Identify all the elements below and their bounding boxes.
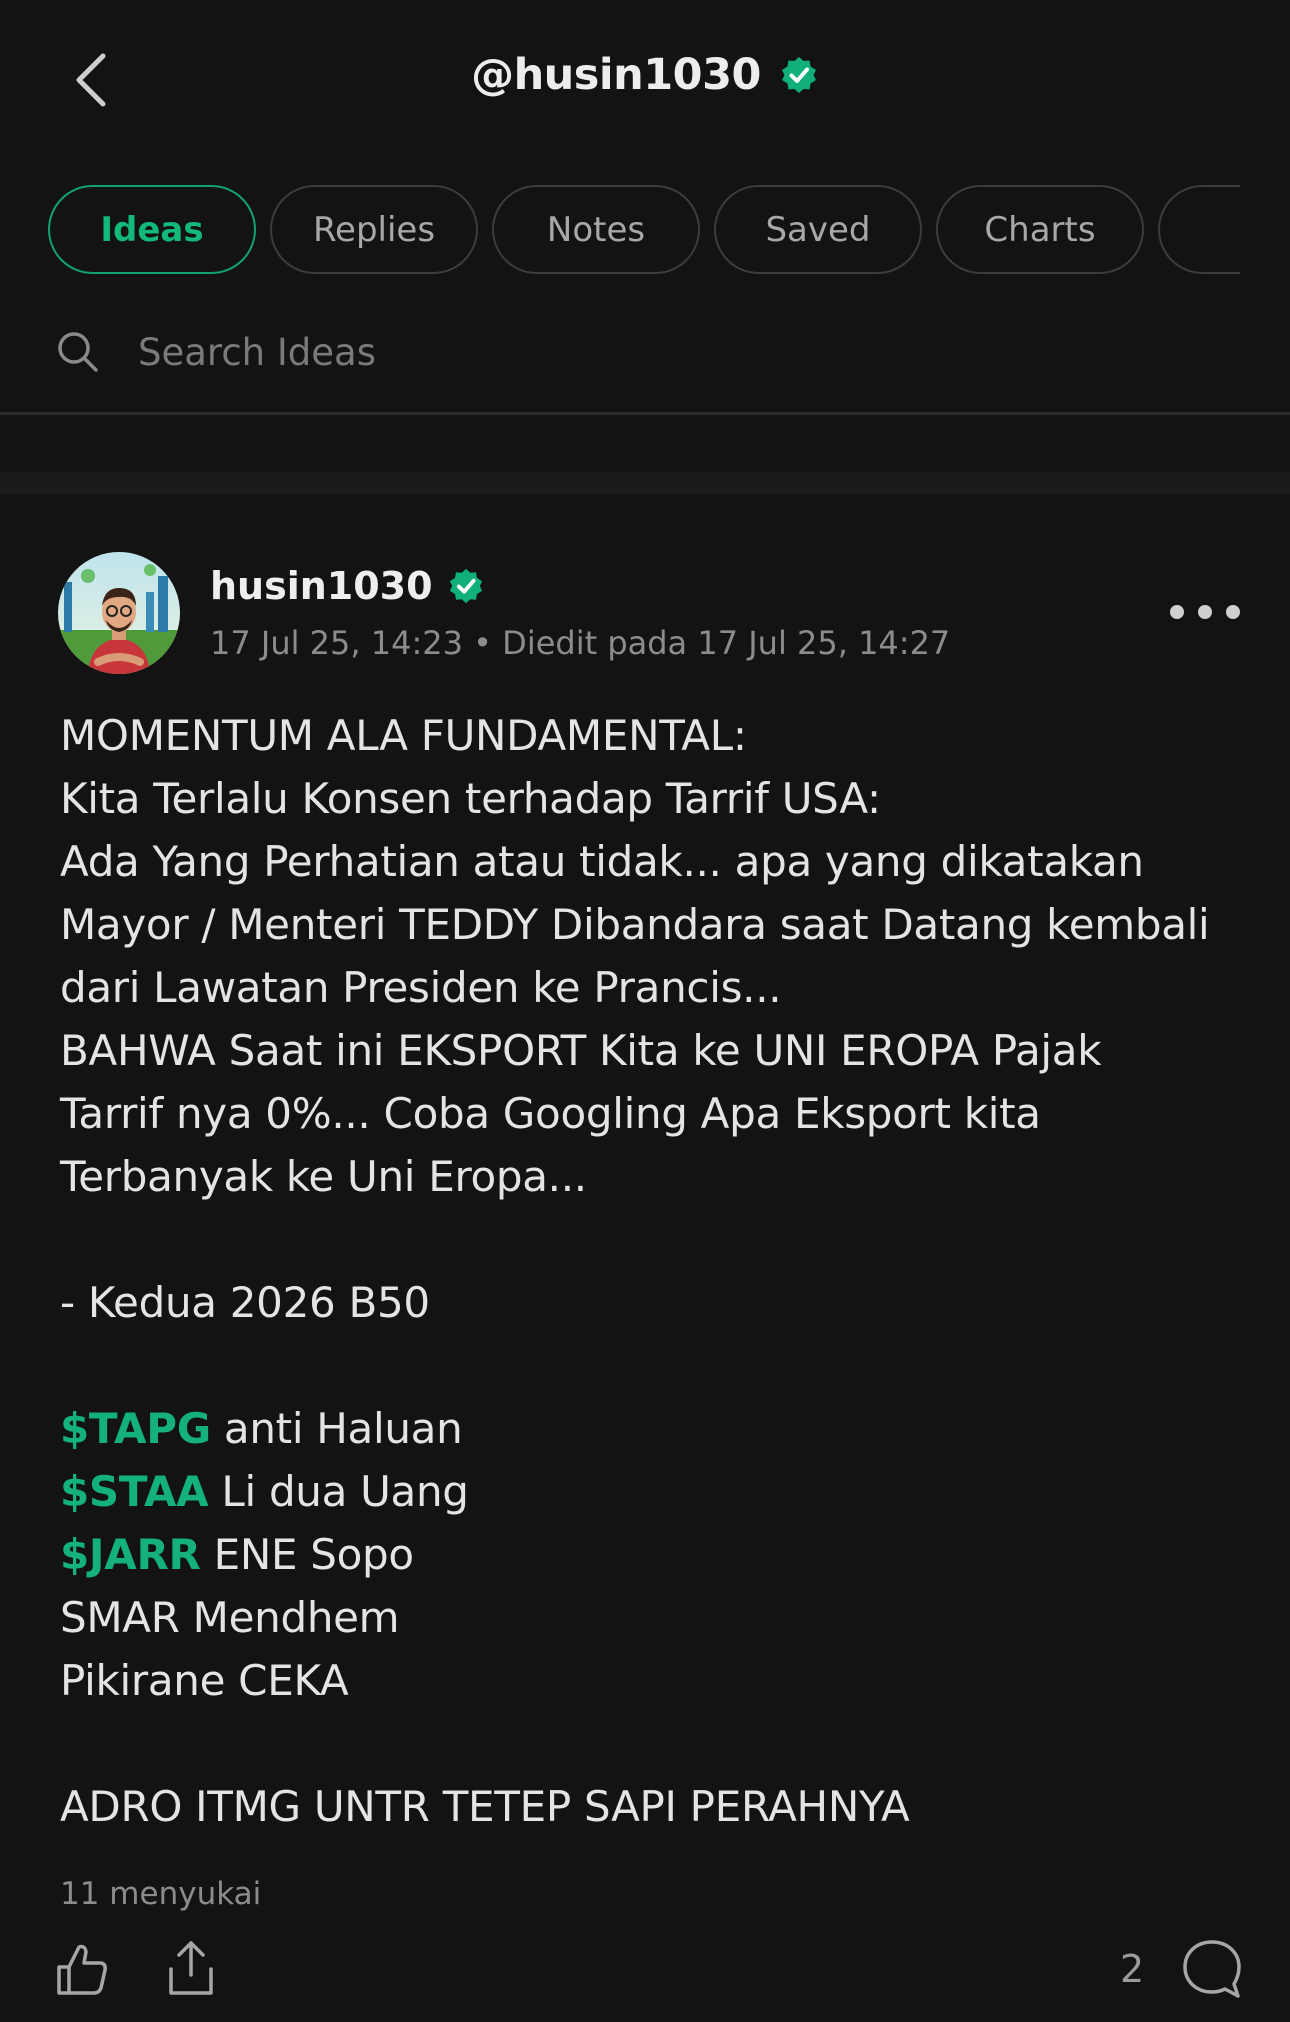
tag-line-text: anti Haluan bbox=[210, 1404, 463, 1453]
page-title-group: @husin1030 bbox=[0, 50, 1290, 100]
post-line-blank bbox=[60, 1334, 1240, 1397]
section-separator bbox=[0, 472, 1290, 494]
verified-icon bbox=[781, 57, 816, 93]
post-line: - Kedua 2026 B50 bbox=[60, 1278, 430, 1327]
like-button[interactable] bbox=[54, 1940, 110, 1998]
author-row: husin1030 bbox=[210, 564, 485, 608]
post-line-blank bbox=[60, 1208, 1240, 1271]
share-icon bbox=[169, 1941, 213, 1995]
verified-icon bbox=[449, 568, 482, 604]
post-line: Terbanyak ke Uni Eropa... bbox=[60, 1152, 587, 1201]
more-button[interactable] bbox=[1170, 594, 1240, 630]
comment-icon bbox=[1183, 1940, 1241, 1998]
post-line: SMAR Mendhem bbox=[60, 1593, 400, 1642]
post-actions: 2 bbox=[54, 1934, 1244, 2004]
tab-notes[interactable]: Notes bbox=[492, 185, 700, 274]
post-line: ADRO ITMG UNTR TETEP SAPI PERAHNYA bbox=[60, 1782, 910, 1831]
post-line: MOMENTUM ALA FUNDAMENTAL: bbox=[60, 711, 747, 760]
avatar-illustration bbox=[58, 552, 180, 674]
post-line: BAHWA Saat ini EKSPORT Kita ke UNI EROPA… bbox=[60, 1026, 1102, 1075]
cashtag-link[interactable]: $JARR bbox=[60, 1530, 201, 1579]
post-body: MOMENTUM ALA FUNDAMENTAL: Kita Terlalu K… bbox=[60, 704, 1240, 1838]
profile-tabs: IdeasRepliesNotesSavedChartsPr bbox=[48, 185, 1240, 275]
post-line-blank bbox=[60, 1712, 1240, 1775]
tab-ideas[interactable]: Ideas bbox=[48, 185, 256, 274]
more-icon bbox=[1170, 605, 1184, 619]
page-title: @husin1030 bbox=[471, 50, 761, 100]
more-icon bbox=[1226, 605, 1240, 619]
tag-line: $TAPG anti Haluan bbox=[60, 1397, 1240, 1460]
search-bar bbox=[56, 318, 1236, 386]
comment-button[interactable]: 2 bbox=[1120, 1934, 1244, 2004]
more-icon bbox=[1198, 605, 1212, 619]
avatar[interactable] bbox=[58, 552, 180, 674]
post-line: Ada Yang Perhatian atau tidak... apa yan… bbox=[60, 837, 1144, 886]
author-name[interactable]: husin1030 bbox=[210, 564, 433, 608]
tab-saved[interactable]: Saved bbox=[714, 185, 922, 274]
post-line: Mayor / Menteri TEDDY Dibandara saat Dat… bbox=[60, 900, 1210, 949]
tab-replies[interactable]: Replies bbox=[270, 185, 478, 274]
top-bar: @husin1030 bbox=[0, 0, 1290, 160]
cashtag-link[interactable]: $TAPG bbox=[60, 1404, 211, 1453]
tab-charts[interactable]: Charts bbox=[936, 185, 1144, 274]
share-button[interactable] bbox=[166, 1938, 216, 1998]
like-count[interactable]: 11 menyukai bbox=[60, 1876, 261, 1912]
divider bbox=[0, 412, 1290, 415]
post-line: Kita Terlalu Konsen terhadap Tarrif USA: bbox=[60, 774, 881, 823]
tag-line: $JARR ENE Sopo bbox=[60, 1523, 1240, 1586]
search-icon bbox=[58, 332, 98, 372]
tag-line: $STAA Li dua Uang bbox=[60, 1460, 1240, 1523]
tag-line-text: Li dua Uang bbox=[208, 1467, 469, 1516]
cashtag-link[interactable]: $STAA bbox=[60, 1467, 209, 1516]
like-icon bbox=[57, 1944, 107, 1995]
post-line: Tarrif nya 0%... Coba Googling Apa Ekspo… bbox=[60, 1089, 1041, 1138]
post-timestamp: 17 Jul 25, 14:23 • Diedit pada 17 Jul 25… bbox=[210, 624, 951, 662]
post-line: Pikirane CEKA bbox=[60, 1656, 349, 1705]
post-line: dari Lawatan Presiden ke Prancis... bbox=[60, 963, 782, 1012]
tab-partial[interactable]: Pr bbox=[1158, 185, 1240, 274]
search-input[interactable] bbox=[136, 329, 1190, 375]
tag-line-text: ENE Sopo bbox=[200, 1530, 414, 1579]
comment-count: 2 bbox=[1120, 1947, 1145, 1991]
idea-post: husin1030 17 Jul 25, 14:23 • Diedit pada… bbox=[0, 494, 1290, 2022]
